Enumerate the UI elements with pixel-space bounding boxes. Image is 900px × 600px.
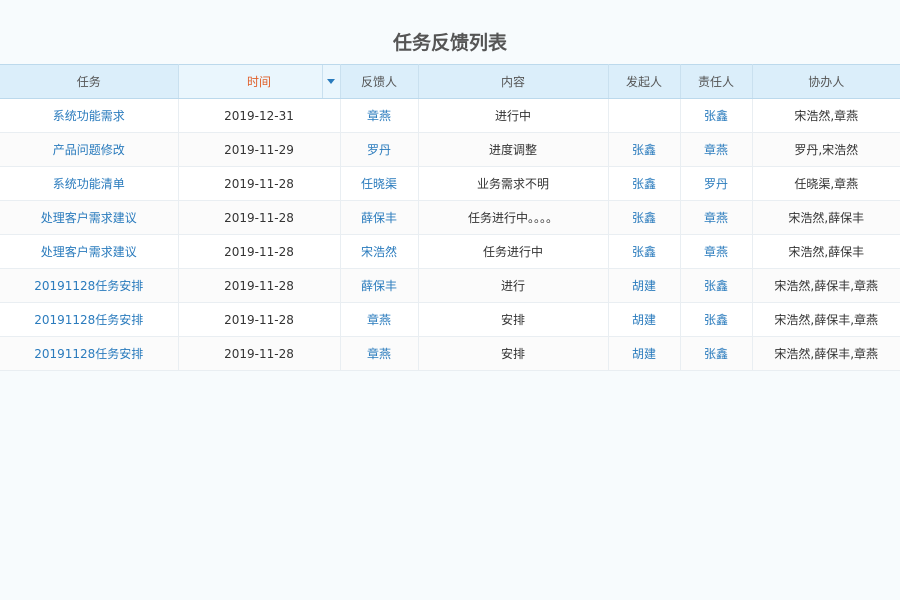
content-cell: 进度调整 <box>418 132 609 167</box>
feedback-by-link[interactable]: 章燕 <box>340 302 419 337</box>
task-link[interactable]: 系统功能清单 <box>0 166 179 201</box>
table-row[interactable]: 20191128任务安排 2019-11-28 章燕 安排 胡建 张鑫 宋浩然,薛保丰,章燕 <box>0 336 900 371</box>
feedback-by-link[interactable]: 罗丹 <box>340 132 419 167</box>
assistants-cell: 宋浩然,薛保丰,章燕 <box>752 336 900 371</box>
content-cell: 安排 <box>418 336 609 371</box>
column-header-assistants[interactable]: 协办人 <box>752 64 900 99</box>
feedback-by-link[interactable]: 薛保丰 <box>340 268 419 303</box>
assistants-cell: 宋浩然,薛保丰 <box>752 234 900 269</box>
content-cell: 进行中 <box>418 98 609 133</box>
assistants-cell: 宋浩然,薛保丰,章燕 <box>752 302 900 337</box>
assistants-cell: 罗丹,宋浩然 <box>752 132 900 167</box>
initiator-link[interactable]: 张鑫 <box>608 200 681 235</box>
task-link[interactable]: 20191128任务安排 <box>0 302 179 337</box>
initiator-link[interactable] <box>608 98 681 133</box>
task-link[interactable]: 20191128任务安排 <box>0 336 179 371</box>
table-row[interactable]: 处理客户需求建议 2019-11-28 薛保丰 任务进行中。。。。 张鑫 章燕 宋浩然,薛保… <box>0 200 900 235</box>
feedback-by-link[interactable]: 章燕 <box>340 98 419 133</box>
time-cell: 2019-11-28 <box>178 234 341 269</box>
assistants-cell: 宋浩然,薛保丰,章燕 <box>752 268 900 303</box>
task-link[interactable]: 处理客户需求建议 <box>0 200 179 235</box>
task-link[interactable]: 产品问题修改 <box>0 132 179 167</box>
owner-link[interactable]: 罗丹 <box>680 166 753 201</box>
owner-link[interactable]: 章燕 <box>680 200 753 235</box>
content-cell: 任务进行中。。。。 <box>418 200 609 235</box>
column-header-time[interactable]: 时间 <box>178 64 341 99</box>
time-cell: 2019-12-31 <box>178 98 341 133</box>
task-link[interactable]: 处理客户需求建议 <box>0 234 179 269</box>
feedback-by-link[interactable]: 薛保丰 <box>340 200 419 235</box>
initiator-link[interactable]: 张鑫 <box>608 234 681 269</box>
time-cell: 2019-11-28 <box>178 268 341 303</box>
initiator-link[interactable]: 胡建 <box>608 336 681 371</box>
time-cell: 2019-11-29 <box>178 132 341 167</box>
task-link[interactable]: 系统功能需求 <box>0 98 179 133</box>
assistants-cell: 宋浩然,章燕 <box>752 98 900 133</box>
table-row[interactable]: 系统功能清单 2019-11-28 任晓渠 业务需求不明 张鑫 罗丹 任晓渠,章燕 <box>0 166 900 201</box>
content-cell: 安排 <box>418 302 609 337</box>
column-header-initiator[interactable]: 发起人 <box>608 64 681 99</box>
feedback-by-link[interactable]: 任晓渠 <box>340 166 419 201</box>
task-link[interactable]: 20191128任务安排 <box>0 268 179 303</box>
table-row[interactable]: 产品问题修改 2019-11-29 罗丹 进度调整 张鑫 章燕 罗丹,宋浩然 <box>0 132 900 167</box>
assistants-cell: 宋浩然,薛保丰 <box>752 200 900 235</box>
table-row[interactable]: 处理客户需求建议 2019-11-28 宋浩然 任务进行中 张鑫 章燕 宋浩然,薛保丰 <box>0 234 900 269</box>
content-cell: 进行 <box>418 268 609 303</box>
assistants-cell: 任晓渠,章燕 <box>752 166 900 201</box>
owner-link[interactable]: 章燕 <box>680 234 753 269</box>
owner-link[interactable]: 张鑫 <box>680 302 753 337</box>
owner-link[interactable]: 张鑫 <box>680 268 753 303</box>
table-row[interactable]: 20191128任务安排 2019-11-28 章燕 安排 胡建 张鑫 宋浩然,薛保丰,章燕 <box>0 302 900 337</box>
initiator-link[interactable]: 张鑫 <box>608 166 681 201</box>
time-cell: 2019-11-28 <box>178 336 341 371</box>
column-header-feedback-by[interactable]: 反馈人 <box>340 64 419 99</box>
initiator-link[interactable]: 胡建 <box>608 268 681 303</box>
content-cell: 业务需求不明 <box>418 166 609 201</box>
content-cell: 任务进行中 <box>418 234 609 269</box>
table-body: 系统功能需求 2019-12-31 章燕 进行中 张鑫 宋浩然,章燕 产品问题修改 2019-… <box>0 98 900 371</box>
column-header-task[interactable]: 任务 <box>0 64 179 99</box>
time-cell: 2019-11-28 <box>178 166 341 201</box>
owner-link[interactable]: 张鑫 <box>680 336 753 371</box>
time-cell: 2019-11-28 <box>178 302 341 337</box>
table-row[interactable]: 系统功能需求 2019-12-31 章燕 进行中 张鑫 宋浩然,章燕 <box>0 98 900 133</box>
table-row[interactable]: 20191128任务安排 2019-11-28 薛保丰 进行 胡建 张鑫 宋浩然,薛保丰,章… <box>0 268 900 303</box>
owner-link[interactable]: 张鑫 <box>680 98 753 133</box>
column-header-time-label: 时间 <box>246 75 271 89</box>
initiator-link[interactable]: 张鑫 <box>608 132 681 167</box>
time-cell: 2019-11-28 <box>178 200 341 235</box>
page-title: 任务反馈列表 <box>392 32 507 54</box>
column-header-owner[interactable]: 责任人 <box>680 64 753 99</box>
column-header-content[interactable]: 内容 <box>418 64 609 99</box>
feedback-by-link[interactable]: 宋浩然 <box>340 234 419 269</box>
feedback-by-link[interactable]: 章燕 <box>340 336 419 371</box>
feedback-table: 任务 时间 反馈人 内容 发起人 责任人 协办人 系统功能需求 2019-12-3… <box>0 64 900 371</box>
initiator-link[interactable]: 胡建 <box>608 302 681 337</box>
table-header-row: 任务 时间 反馈人 内容 发起人 责任人 协办人 <box>0 64 900 99</box>
sort-dropdown-icon[interactable] <box>321 65 340 98</box>
owner-link[interactable]: 章燕 <box>680 132 753 167</box>
